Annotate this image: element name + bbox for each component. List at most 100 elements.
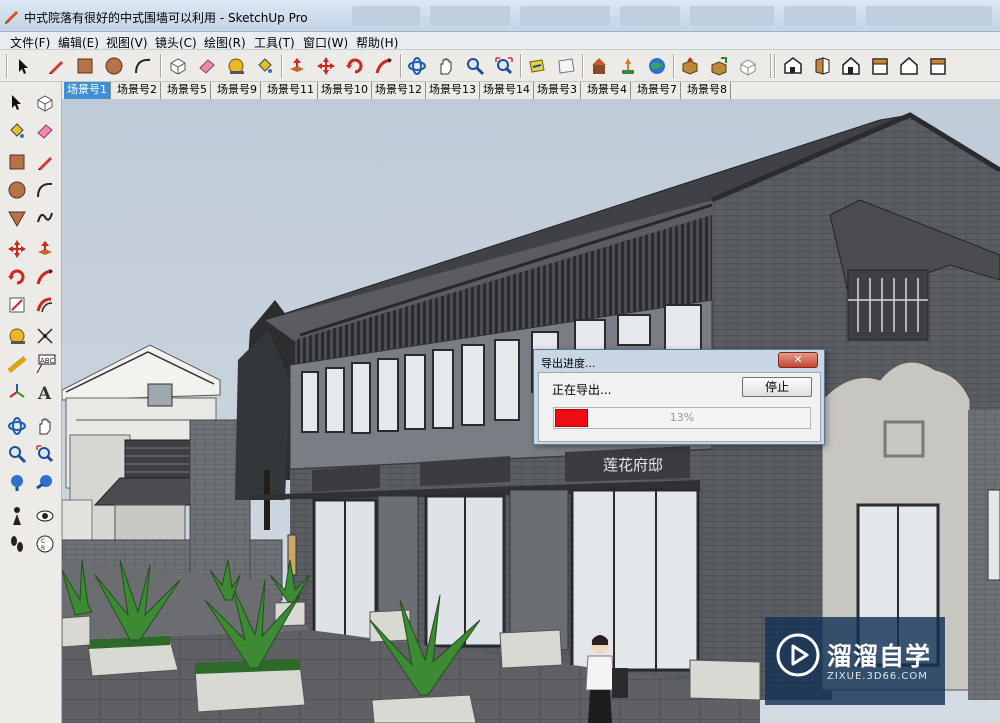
tape-measure-icon[interactable] — [223, 53, 249, 79]
warehouse-icon[interactable] — [586, 53, 612, 79]
blurred-titlebar-area — [784, 6, 856, 26]
tab-scene-9[interactable]: 场景号9 — [214, 82, 261, 99]
tab-scene-3[interactable]: 场景号3 — [534, 82, 581, 99]
rotate-icon[interactable] — [4, 264, 30, 290]
dialog-body: 正在导出... 停止 13% — [538, 372, 821, 442]
zoom-icon[interactable] — [4, 441, 30, 467]
paint-bucket-icon[interactable] — [4, 118, 30, 144]
toolbar-separator — [774, 54, 776, 78]
menu-view[interactable]: 视图(V) — [106, 34, 148, 51]
tab-scene-8[interactable]: 场景号8 — [684, 82, 731, 99]
zoom-icon[interactable] — [462, 53, 488, 79]
scale-icon[interactable] — [4, 292, 30, 318]
follow-me-icon[interactable] — [32, 264, 58, 290]
pan-icon[interactable] — [32, 413, 58, 439]
protractor-icon[interactable] — [4, 351, 30, 377]
right-view-icon[interactable] — [867, 53, 893, 79]
tab-scene-11[interactable]: 场景号11 — [264, 82, 318, 99]
toolbar-grip[interactable] — [6, 54, 8, 78]
circle-icon[interactable] — [4, 177, 30, 203]
sketchup-app-icon[interactable] — [4, 8, 20, 24]
walk-icon[interactable] — [4, 503, 30, 529]
blurred-titlebar-area — [520, 6, 610, 26]
eraser-icon[interactable] — [194, 53, 220, 79]
tab-scene-12[interactable]: 场景号12 — [372, 82, 426, 99]
footprint-icon[interactable] — [4, 531, 30, 557]
previous-view-icon[interactable] — [524, 53, 550, 79]
stop-button[interactable]: 停止 — [742, 377, 812, 397]
extension-icon[interactable] — [735, 53, 761, 79]
section-plane-icon[interactable]: CR — [32, 531, 58, 557]
menu-file[interactable]: 文件(F) — [10, 34, 50, 51]
zoom-extents-icon[interactable] — [491, 53, 517, 79]
previous-view-icon[interactable] — [32, 469, 58, 495]
export-status-text: 正在导出... — [552, 383, 612, 397]
menu-draw[interactable]: 绘图(R) — [204, 34, 246, 51]
tab-scene-7[interactable]: 场景号7 — [634, 82, 681, 99]
look-around-icon[interactable] — [32, 503, 58, 529]
blurred-titlebar-area — [866, 6, 992, 26]
dimension-icon[interactable] — [32, 323, 58, 349]
menu-edit[interactable]: 编辑(E) — [58, 34, 99, 51]
zoom-extents-icon[interactable] — [4, 469, 30, 495]
eraser-icon[interactable] — [32, 118, 58, 144]
rectangle-icon[interactable] — [4, 149, 30, 175]
text-icon[interactable]: ABC — [32, 351, 58, 377]
front-view-icon[interactable] — [809, 53, 835, 79]
menu-camera[interactable]: 镜头(C) — [155, 34, 197, 51]
arc-icon[interactable] — [32, 177, 58, 203]
circle-icon[interactable] — [101, 53, 127, 79]
blurred-titlebar-area — [352, 6, 420, 26]
menu-help[interactable]: 帮助(H) — [356, 34, 398, 51]
get-models-icon[interactable] — [677, 53, 703, 79]
polygon-icon[interactable] — [4, 205, 30, 231]
push-pull-icon[interactable] — [32, 236, 58, 262]
move-icon[interactable] — [4, 236, 30, 262]
tab-scene-4[interactable]: 场景号4 — [584, 82, 631, 99]
google-earth-icon[interactable] — [644, 53, 670, 79]
tab-scene-14[interactable]: 场景号14 — [480, 82, 534, 99]
dialog-close-button[interactable]: ✕ — [778, 352, 818, 368]
tab-scene-10[interactable]: 场景号10 — [318, 82, 372, 99]
rectangle-icon[interactable] — [72, 53, 98, 79]
tab-scene-5[interactable]: 场景号5 — [164, 82, 211, 99]
offset-icon[interactable] — [32, 292, 58, 318]
next-view-icon[interactable] — [553, 53, 579, 79]
back-view-icon[interactable] — [896, 53, 922, 79]
export-progress-bar: 13% — [553, 407, 811, 429]
3d-text-icon[interactable]: A — [32, 379, 58, 405]
tab-scene-2[interactable]: 场景号2 — [114, 82, 161, 99]
top-view-icon[interactable] — [838, 53, 864, 79]
left-view-icon[interactable] — [925, 53, 951, 79]
select-icon[interactable] — [4, 90, 30, 116]
pan-icon[interactable] — [433, 53, 459, 79]
watermark-name: 溜溜自学 — [827, 642, 932, 671]
axes-icon[interactable] — [4, 379, 30, 405]
make-component-icon[interactable] — [32, 90, 58, 116]
make-component-icon[interactable] — [165, 53, 191, 79]
arc-icon[interactable] — [130, 53, 156, 79]
component-add-icon[interactable] — [615, 53, 641, 79]
orbit-icon[interactable] — [4, 413, 30, 439]
select-icon[interactable] — [11, 53, 37, 79]
toolbar-separator — [770, 54, 772, 78]
rotate-icon[interactable] — [342, 53, 368, 79]
share-model-icon[interactable] — [706, 53, 732, 79]
follow-me-icon[interactable] — [371, 53, 397, 79]
export-progress-dialog: 导出进度... ✕ 正在导出... 停止 13% — [533, 349, 825, 445]
tab-scene-1[interactable]: 场景号1 — [64, 82, 111, 99]
push-pull-icon[interactable] — [284, 53, 310, 79]
orbit-icon[interactable] — [404, 53, 430, 79]
freehand-icon[interactable] — [32, 205, 58, 231]
paint-bucket-icon[interactable] — [252, 53, 278, 79]
move-icon[interactable] — [313, 53, 339, 79]
tape-measure-icon[interactable] — [4, 323, 30, 349]
iso-view-icon[interactable] — [780, 53, 806, 79]
pencil-icon[interactable] — [32, 149, 58, 175]
svg-text:C: C — [41, 538, 45, 545]
menu-tools[interactable]: 工具(T) — [254, 34, 295, 51]
menu-window[interactable]: 窗口(W) — [303, 34, 348, 51]
pencil-icon[interactable] — [43, 53, 69, 79]
zoom-window-icon[interactable] — [32, 441, 58, 467]
tab-scene-13[interactable]: 场景号13 — [426, 82, 480, 99]
